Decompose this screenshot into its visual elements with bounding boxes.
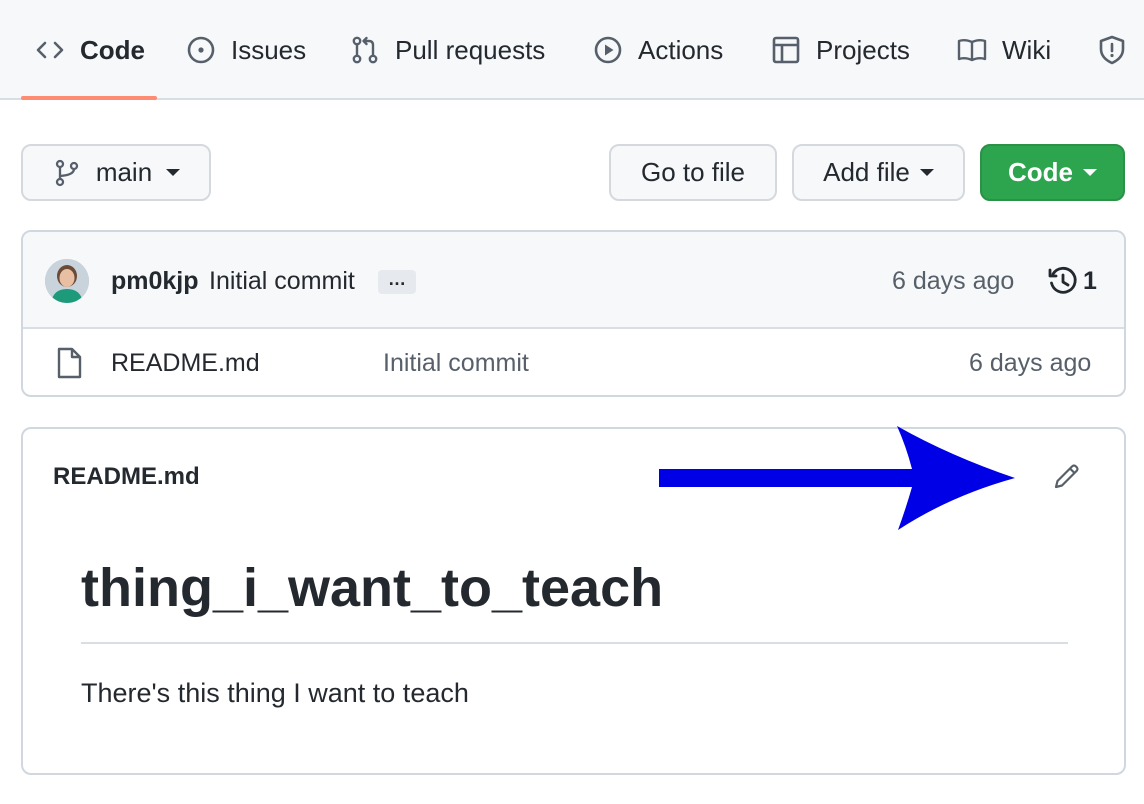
tab-actions[interactable]: Actions — [592, 0, 723, 100]
tab-label: Projects — [816, 34, 910, 65]
commit-count[interactable]: 1 — [1083, 267, 1097, 296]
tab-security[interactable] — [1096, 0, 1142, 100]
code-button-label: Code — [1008, 157, 1073, 187]
history-icon[interactable] — [1047, 265, 1079, 297]
repo-nav-tabs: Code Issues Pull requests Actions Projec… — [0, 0, 1144, 100]
pencil-icon[interactable] — [1052, 461, 1082, 491]
book-icon — [956, 34, 988, 66]
commit-time[interactable]: 6 days ago — [892, 267, 1014, 296]
branch-select-button[interactable]: main — [21, 144, 211, 201]
heading-divider — [81, 642, 1068, 644]
tab-code[interactable]: Code — [34, 0, 145, 100]
issue-opened-icon — [185, 34, 217, 66]
table-icon — [770, 34, 802, 66]
file-icon — [55, 347, 83, 379]
git-branch-icon — [52, 158, 82, 188]
commit-author[interactable]: pm0kjp — [111, 267, 199, 296]
play-icon — [592, 34, 624, 66]
file-list: pm0kjp Initial commit … 6 days ago 1 REA… — [21, 230, 1126, 397]
table-row: README.md Initial commit 6 days ago — [23, 329, 1124, 395]
selected-tab-underline — [21, 96, 157, 100]
file-name-link[interactable]: README.md — [111, 349, 260, 378]
commit-expand-button[interactable]: … — [378, 270, 416, 294]
add-file-button[interactable]: Add file — [792, 144, 965, 201]
add-file-label: Add file — [823, 157, 910, 187]
latest-commit-row: pm0kjp Initial commit … 6 days ago 1 — [23, 232, 1124, 329]
commit-message[interactable]: Initial commit — [209, 267, 355, 296]
code-dropdown-button[interactable]: Code — [980, 144, 1125, 201]
tab-label: Wiki — [1002, 34, 1052, 65]
go-to-file-button[interactable]: Go to file — [609, 144, 777, 201]
chevron-down-icon — [919, 169, 934, 176]
chevron-down-icon — [1083, 169, 1097, 176]
tab-label: Actions — [638, 34, 724, 65]
branch-name: main — [95, 157, 153, 187]
tab-label: Code — [80, 34, 145, 65]
git-pull-request-icon — [349, 34, 381, 66]
tab-pull-requests[interactable]: Pull requests — [349, 0, 545, 100]
tab-wiki[interactable]: Wiki — [956, 0, 1051, 100]
code-icon — [34, 34, 66, 66]
readme-filename: README.md — [53, 463, 200, 490]
readme-body-text: There's this thing I want to teach — [81, 678, 469, 708]
tab-label: Pull requests — [395, 34, 546, 65]
readme-heading: thing_i_want_to_teach — [81, 558, 664, 618]
chevron-down-icon — [166, 169, 181, 176]
go-to-file-label: Go to file — [640, 157, 746, 187]
tab-label: Issues — [231, 34, 307, 65]
readme-panel: README.md thing_i_want_to_teach There's … — [21, 427, 1126, 775]
file-time: 6 days ago — [969, 349, 1092, 377]
shield-icon — [1096, 34, 1128, 66]
tab-issues[interactable]: Issues — [185, 0, 306, 100]
avatar[interactable] — [45, 259, 89, 303]
file-commit-message[interactable]: Initial commit — [383, 349, 529, 378]
ellipsis-label: … — [388, 269, 406, 289]
tab-projects[interactable]: Projects — [770, 0, 910, 100]
